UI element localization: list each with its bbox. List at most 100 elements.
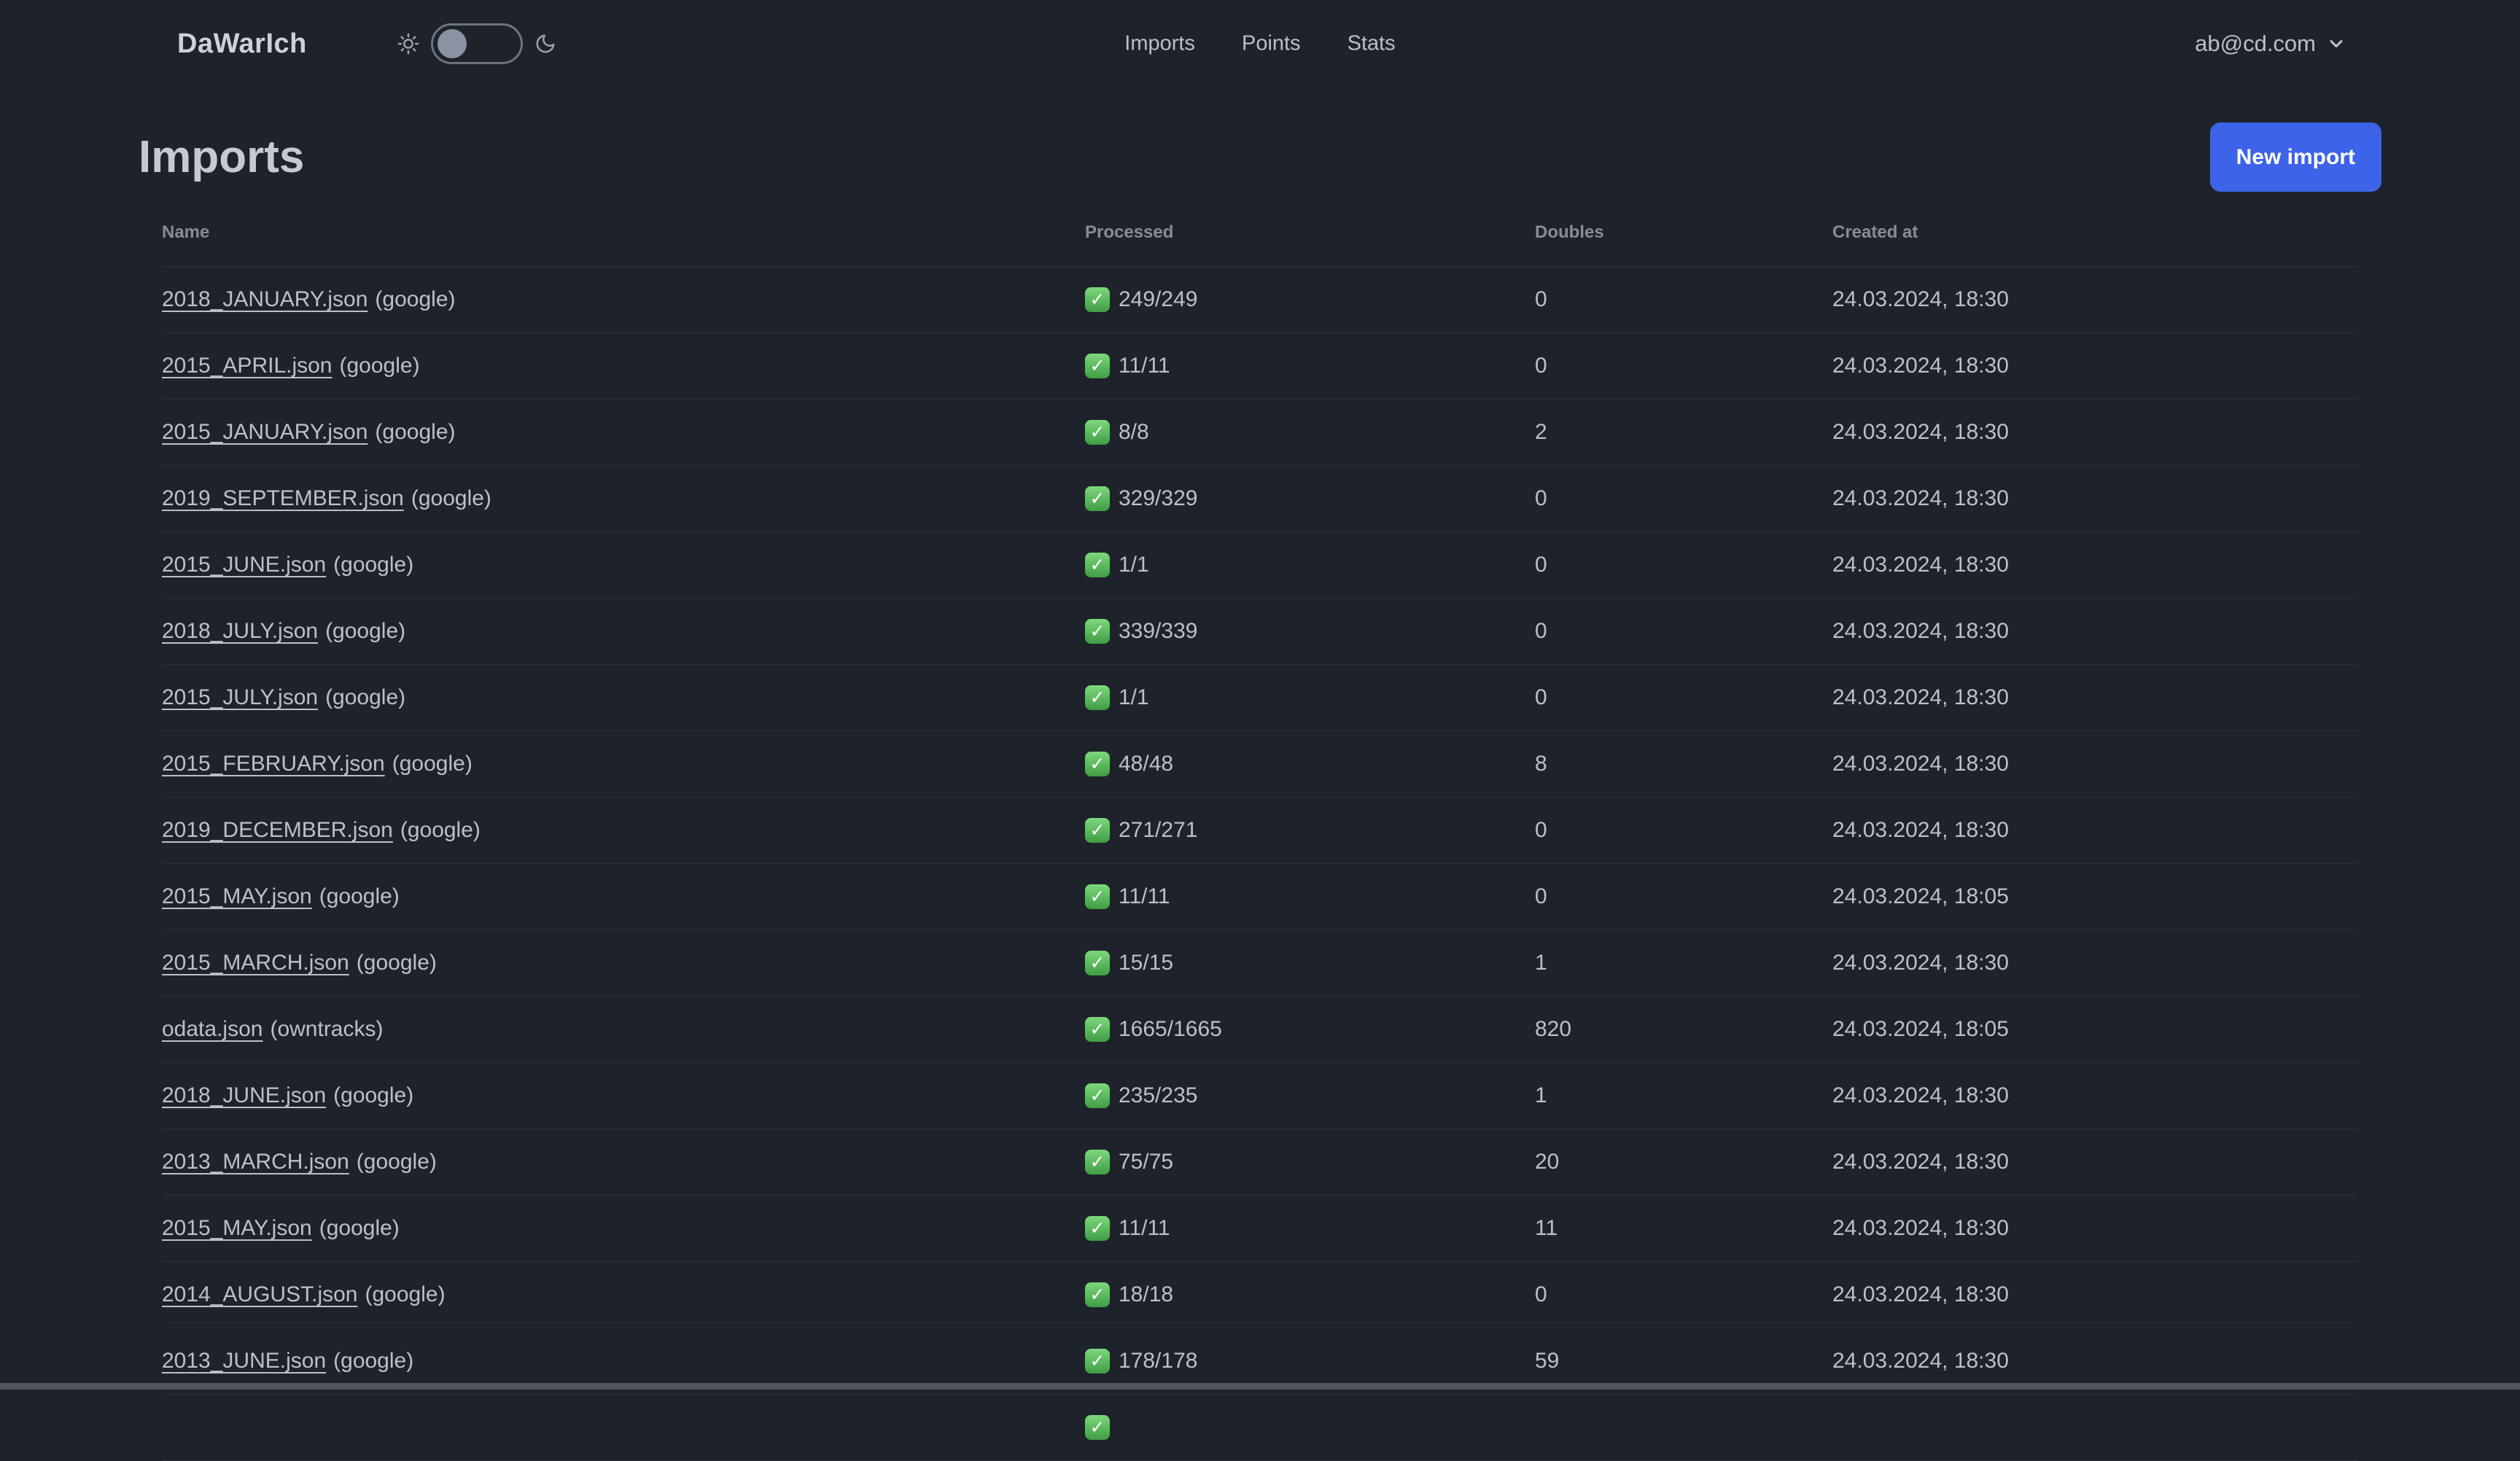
name-cell: 2013_MARCH.json(google) (162, 1129, 1085, 1196)
processed-cell: ✓ 249/249 (1085, 267, 1535, 333)
processed-cell: ✓ 8/8 (1085, 400, 1535, 466)
processed-cell: ✓ 11/11 (1085, 864, 1535, 930)
main-nav: Imports Points Stats (1124, 32, 1395, 56)
processed-count: 178/178 (1119, 1349, 1197, 1374)
main-content: Imports New import Name Processed Double… (0, 87, 2520, 1461)
doubles-cell: 0 (1535, 532, 1832, 599)
import-source-label: (google) (357, 951, 437, 975)
import-file-link[interactable]: 2015_JUNE.json (162, 553, 326, 577)
processed-cell: ✓ 75/75 (1085, 1129, 1535, 1196)
created-at-cell: 24.03.2024, 18:30 (1832, 400, 2358, 466)
processed-count: 11/11 (1119, 354, 1170, 378)
new-import-button[interactable]: New import (2210, 122, 2381, 192)
import-file-link[interactable]: 2019_DECEMBER.json (162, 818, 393, 842)
import-file-link[interactable]: 2013_JUNE.json (162, 1349, 326, 1373)
check-icon: ✓ (1085, 818, 1110, 843)
import-file-link[interactable]: 2015_MAY.json (162, 884, 312, 908)
name-cell: 2014_AUGUST.json (google) (162, 1262, 1085, 1328)
created-at-cell: 24.03.2024, 18:30 (1832, 1262, 2358, 1328)
processed-count: 329/329 (1119, 486, 1197, 511)
import-source-label: (google) (392, 752, 472, 776)
import-file-link[interactable]: 2015_FEBRUARY.json (162, 752, 385, 776)
processed-count: 271/271 (1119, 818, 1197, 843)
table-row: 2018_JULY.json(google) ✓ 339/339 0 24.03… (162, 599, 2358, 665)
page-title: Imports (139, 128, 304, 187)
import-source-label: (owntracks) (270, 1017, 383, 1041)
doubles-cell: 0 (1535, 333, 1832, 400)
processed-cell: ✓ 11/11 (1085, 1196, 1535, 1262)
check-icon: ✓ (1085, 553, 1110, 577)
import-file-link[interactable]: 2015_JANUARY.json (162, 420, 368, 444)
nav-link-imports[interactable]: Imports (1124, 32, 1195, 56)
check-icon: ✓ (1085, 354, 1110, 378)
table-row: 2018_JANUARY.json(google) ✓ 249/249 0 24… (162, 267, 2358, 333)
table-row: 2018_JUNE.json(google) ✓ 235/235 1 24.03… (162, 1063, 2358, 1129)
column-header-name: Name (162, 198, 1085, 267)
created-at-cell: 24.03.2024, 18:30 (1832, 1063, 2358, 1129)
created-at-cell: 24.03.2024, 18:30 (1832, 1196, 2358, 1262)
processed-cell: ✓ 235/235 (1085, 1063, 1535, 1129)
doubles-cell: 0 (1535, 665, 1832, 731)
created-at-cell: 24.03.2024, 18:30 (1832, 798, 2358, 864)
chevron-down-icon (2326, 34, 2346, 54)
processed-count: 11/11 (1119, 1216, 1170, 1241)
check-icon: ✓ (1085, 951, 1110, 975)
theme-toggle-switch[interactable] (431, 23, 523, 64)
check-icon: ✓ (1085, 884, 1110, 909)
import-source-label: (google) (365, 1282, 445, 1306)
check-icon: ✓ (1085, 1150, 1110, 1174)
table-row: odata.json(owntracks) ✓ 1665/1665 820 24… (162, 997, 2358, 1063)
table-row: 2019_DECEMBER.json(google) ✓ 271/271 0 2… (162, 798, 2358, 864)
table-row: 2015_MAY.json(google) ✓ 11/11 11 24.03.2… (162, 1196, 2358, 1262)
import-file-link[interactable]: 2018_JANUARY.json (162, 287, 368, 311)
name-cell: 2015_MAY.json (google) (162, 864, 1085, 930)
account-menu[interactable]: ab@cd.com (2195, 31, 2346, 57)
nav-link-stats[interactable]: Stats (1348, 32, 1396, 56)
import-file-link[interactable]: 2015_JULY.json (162, 685, 318, 709)
import-file-link[interactable]: 2015_MARCH.json (162, 951, 349, 975)
import-source-label: (google) (319, 884, 400, 908)
table-header-row: Name Processed Doubles Created at (162, 198, 2358, 267)
import-file-link[interactable]: 2014_AUGUST.json (162, 1282, 357, 1306)
processed-count: 1665/1665 (1119, 1017, 1222, 1042)
processed-cell: ✓ 339/339 (1085, 599, 1535, 665)
table-row: 2014_AUGUST.json(google) ✓ 18/18 0 24.03… (162, 1262, 2358, 1328)
import-file-link[interactable]: 2013_MARCH.json (162, 1150, 349, 1174)
check-icon: ✓ (1085, 619, 1110, 644)
import-file-link[interactable]: 2018_JUNE.json (162, 1083, 326, 1107)
processed-cell: ✓ 18/18 (1085, 1262, 1535, 1328)
import-source-label: (google) (325, 619, 405, 643)
created-at-cell: 24.03.2024, 18:05 (1832, 864, 2358, 930)
processed-count: 48/48 (1119, 752, 1173, 776)
import-file-link[interactable]: 2018_JULY.json (162, 619, 318, 643)
doubles-cell: 2 (1535, 400, 1832, 466)
created-at-cell: 24.03.2024, 18:30 (1832, 532, 2358, 599)
check-icon: ✓ (1085, 486, 1110, 511)
name-cell: 2018_JULY.json (google) (162, 599, 1085, 665)
doubles-cell: 0 (1535, 267, 1832, 333)
created-at-cell: 24.03.2024, 18:30 (1832, 333, 2358, 400)
created-at-cell: 24.03.2024, 18:30 (1832, 665, 2358, 731)
created-at-cell: 24.03.2024, 18:30 (1832, 930, 2358, 997)
import-file-link[interactable]: 2015_MAY.json (162, 1216, 312, 1240)
import-source-label: (google) (340, 354, 420, 378)
horizontal-scrollbar[interactable] (0, 1383, 2520, 1390)
nav-link-points[interactable]: Points (1242, 32, 1301, 56)
import-source-label: (google) (400, 818, 481, 842)
import-file-link[interactable]: odata.json (162, 1017, 262, 1041)
import-source-label: (google) (333, 1349, 413, 1373)
name-cell: 2015_FEBRUARY.json (google) (162, 731, 1085, 798)
name-cell: 2015_JUNE.json(google) (162, 532, 1085, 599)
check-icon: ✓ (1085, 287, 1110, 312)
doubles-cell: 1 (1535, 930, 1832, 997)
navbar: DaWarIch Imports Points Stats ab@cd.com (0, 0, 2520, 87)
name-cell: 2019_DECEMBER.json (google) (162, 798, 1085, 864)
account-email: ab@cd.com (2195, 31, 2316, 57)
import-source-label: (google) (411, 486, 491, 510)
table-row: 2019_SEPTEMBER.json(google) ✓ 329/329 0 … (162, 466, 2358, 532)
page-header: Imports New import (139, 122, 2381, 192)
processed-count: 1/1 (1119, 685, 1149, 710)
import-file-link[interactable]: 2015_APRIL.json (162, 354, 332, 378)
import-file-link[interactable]: 2019_SEPTEMBER.json (162, 486, 404, 510)
table-row: 2015_MARCH.json(google) ✓ 15/15 1 24.03.… (162, 930, 2358, 997)
